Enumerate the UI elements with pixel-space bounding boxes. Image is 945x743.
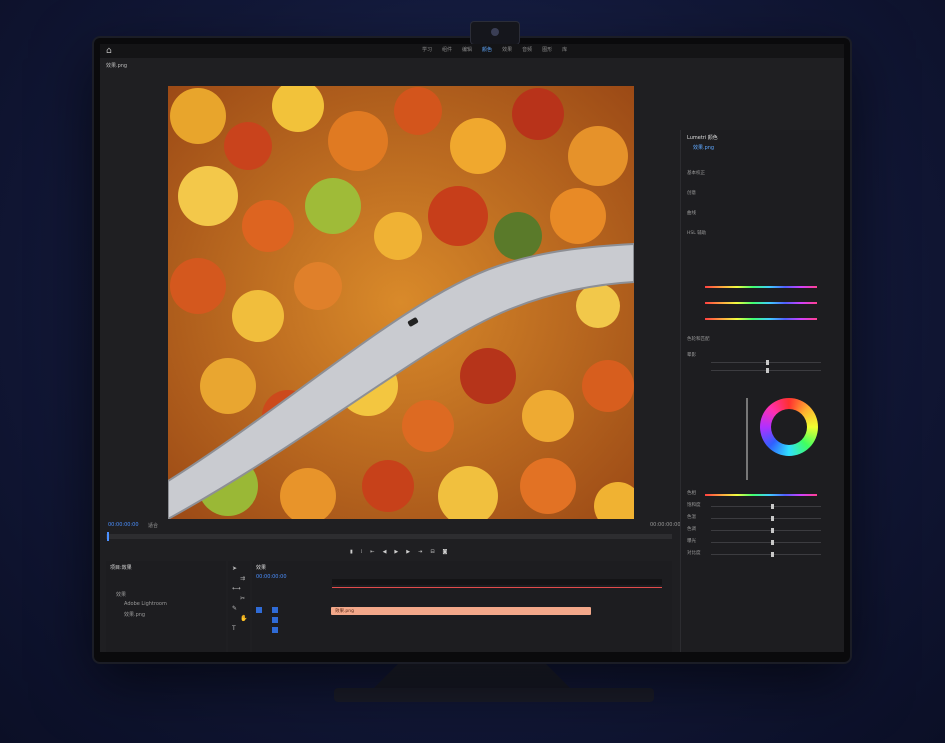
label-hue: 色相 [687,491,696,496]
pen-tool-icon[interactable]: ✎ [232,605,237,612]
tab-graphics[interactable]: 图形 [542,46,552,53]
scrub-bar[interactable] [106,532,672,541]
program-monitor-image [168,86,634,519]
hue-spectrum-2[interactable] [705,302,817,304]
exposure-slider[interactable] [711,540,821,545]
selection-tool-icon[interactable]: ➤ [232,565,237,572]
luma-slider[interactable] [746,398,748,480]
project-item-2[interactable]: Adobe Lightroom [124,601,167,607]
time-ruler[interactable] [332,579,662,585]
timeline-clip[interactable]: 效果.png [331,607,591,615]
playhead-timecode[interactable]: 00:00:00:00 [108,522,139,528]
tools-panel: ➤ ⇉ ⟷ ✂ ✎ ✋ T [228,561,250,652]
hue-spectrum-1[interactable] [705,286,817,288]
mark-out-icon[interactable]: ⁞ [361,549,363,555]
tab-library[interactable]: 库 [562,46,567,53]
saturation-slider[interactable] [711,504,821,509]
go-to-in-icon[interactable]: ⇤ [370,549,374,555]
label-exposure: 曝光 [687,539,696,544]
temperature-slider[interactable] [711,516,821,521]
webcam-lens [491,28,499,36]
lumetri-color-panel: Lumetri 颜色 效果.png 基本校正 创意 曲线 HSL 辅助 色轮和匹… [680,130,844,652]
webcam [471,22,519,44]
autumn-forest-road-image [168,86,634,519]
section-vignette[interactable]: 晕影 [687,352,696,358]
panel-title: Lumetri 颜色 [687,135,718,141]
tab-effects[interactable]: 效果 [502,46,512,53]
timeline-timecode[interactable]: 00:00:00:00 [256,574,287,580]
slider-2[interactable] [711,368,821,373]
tab-learn[interactable]: 学习 [422,46,432,53]
tab-assembly[interactable]: 组件 [442,46,452,53]
project-item-3[interactable]: 效果.png [124,611,145,618]
transport-controls: ▮ ⁞ ⇤ ◀ ▶ ▶ ⇥ ⊟ ◙ [350,549,447,555]
track-select-icon[interactable]: ⇉ [240,575,245,582]
clip-name: 效果.png [335,609,354,614]
color-wheel[interactable] [760,398,818,456]
step-forward-icon[interactable]: ▶ [406,549,410,555]
workspace-tabs: 学习 组件 编辑 颜色 效果 音频 图形 库 [422,46,567,53]
workspace-bar: ⌂ 学习 组件 编辑 颜色 效果 音频 图形 库 [100,44,844,58]
playhead[interactable] [107,532,109,541]
hue-slider[interactable] [705,494,817,496]
home-icon[interactable]: ⌂ [106,46,112,56]
project-title: 项目:效果 [110,565,132,571]
label-contrast: 对比度 [687,551,701,556]
work-area-bar [332,587,662,588]
section-basic[interactable]: 基本校正 [687,170,705,176]
label-temperature: 色温 [687,515,696,520]
section-color-wheels[interactable]: 色轮和匹配 [687,336,710,342]
editor-screen: ⌂ 学习 组件 编辑 颜色 效果 音频 图形 库 效果.png 00:00:00… [100,44,844,652]
lift-icon[interactable]: ⊟ [430,549,434,555]
track-target-a1[interactable] [272,617,278,623]
export-frame-icon[interactable]: ◙ [443,549,448,555]
type-tool-icon[interactable]: T [232,625,236,632]
section-curves[interactable]: 曲线 [687,210,696,216]
track-target-v1b[interactable] [272,607,278,613]
go-to-out-icon[interactable]: ⇥ [418,549,422,555]
contrast-slider[interactable] [711,552,821,557]
razor-icon[interactable]: ✂ [240,595,245,602]
step-back-icon[interactable]: ◀ [383,549,387,555]
tab-edit[interactable]: 编辑 [462,46,472,53]
section-creative[interactable]: 创意 [687,190,696,196]
hand-tool-icon[interactable]: ✋ [240,615,247,622]
label-saturation: 饱和度 [687,503,701,508]
fit-dropdown[interactable]: 适合 [148,522,158,529]
monitor: ⌂ 学习 组件 编辑 颜色 效果 音频 图形 库 效果.png 00:00:00… [94,22,850,662]
duration-timecode: 00:00:00:00 [650,522,681,528]
project-panel: 项目:效果 效果 Adobe Lightroom 效果.png [106,561,226,652]
mark-in-icon[interactable]: ▮ [350,549,353,555]
ripple-edit-icon[interactable]: ⟷ [232,585,241,592]
track-target-a2[interactable] [272,627,278,633]
timeline-panel: 效果 00:00:00:00 效果.png [252,561,672,652]
section-hsl[interactable]: HSL 辅助 [687,230,706,236]
source-clip-label[interactable]: 效果.png [693,144,714,151]
tab-color[interactable]: 颜色 [482,46,492,53]
monitor-stand-base [334,688,654,702]
tab-audio[interactable]: 音频 [522,46,532,53]
tint-slider[interactable] [711,528,821,533]
label-tint: 色调 [687,527,696,532]
timeline-title: 效果 [256,565,267,571]
monitor-stand-neck [372,660,572,690]
project-item-1[interactable]: 效果 [116,591,126,598]
slider-1[interactable] [711,360,821,365]
track-target-v1[interactable] [256,607,262,613]
source-file-tab[interactable]: 效果.png [106,62,127,69]
play-icon[interactable]: ▶ [394,549,398,555]
hue-spectrum-3[interactable] [705,318,817,320]
